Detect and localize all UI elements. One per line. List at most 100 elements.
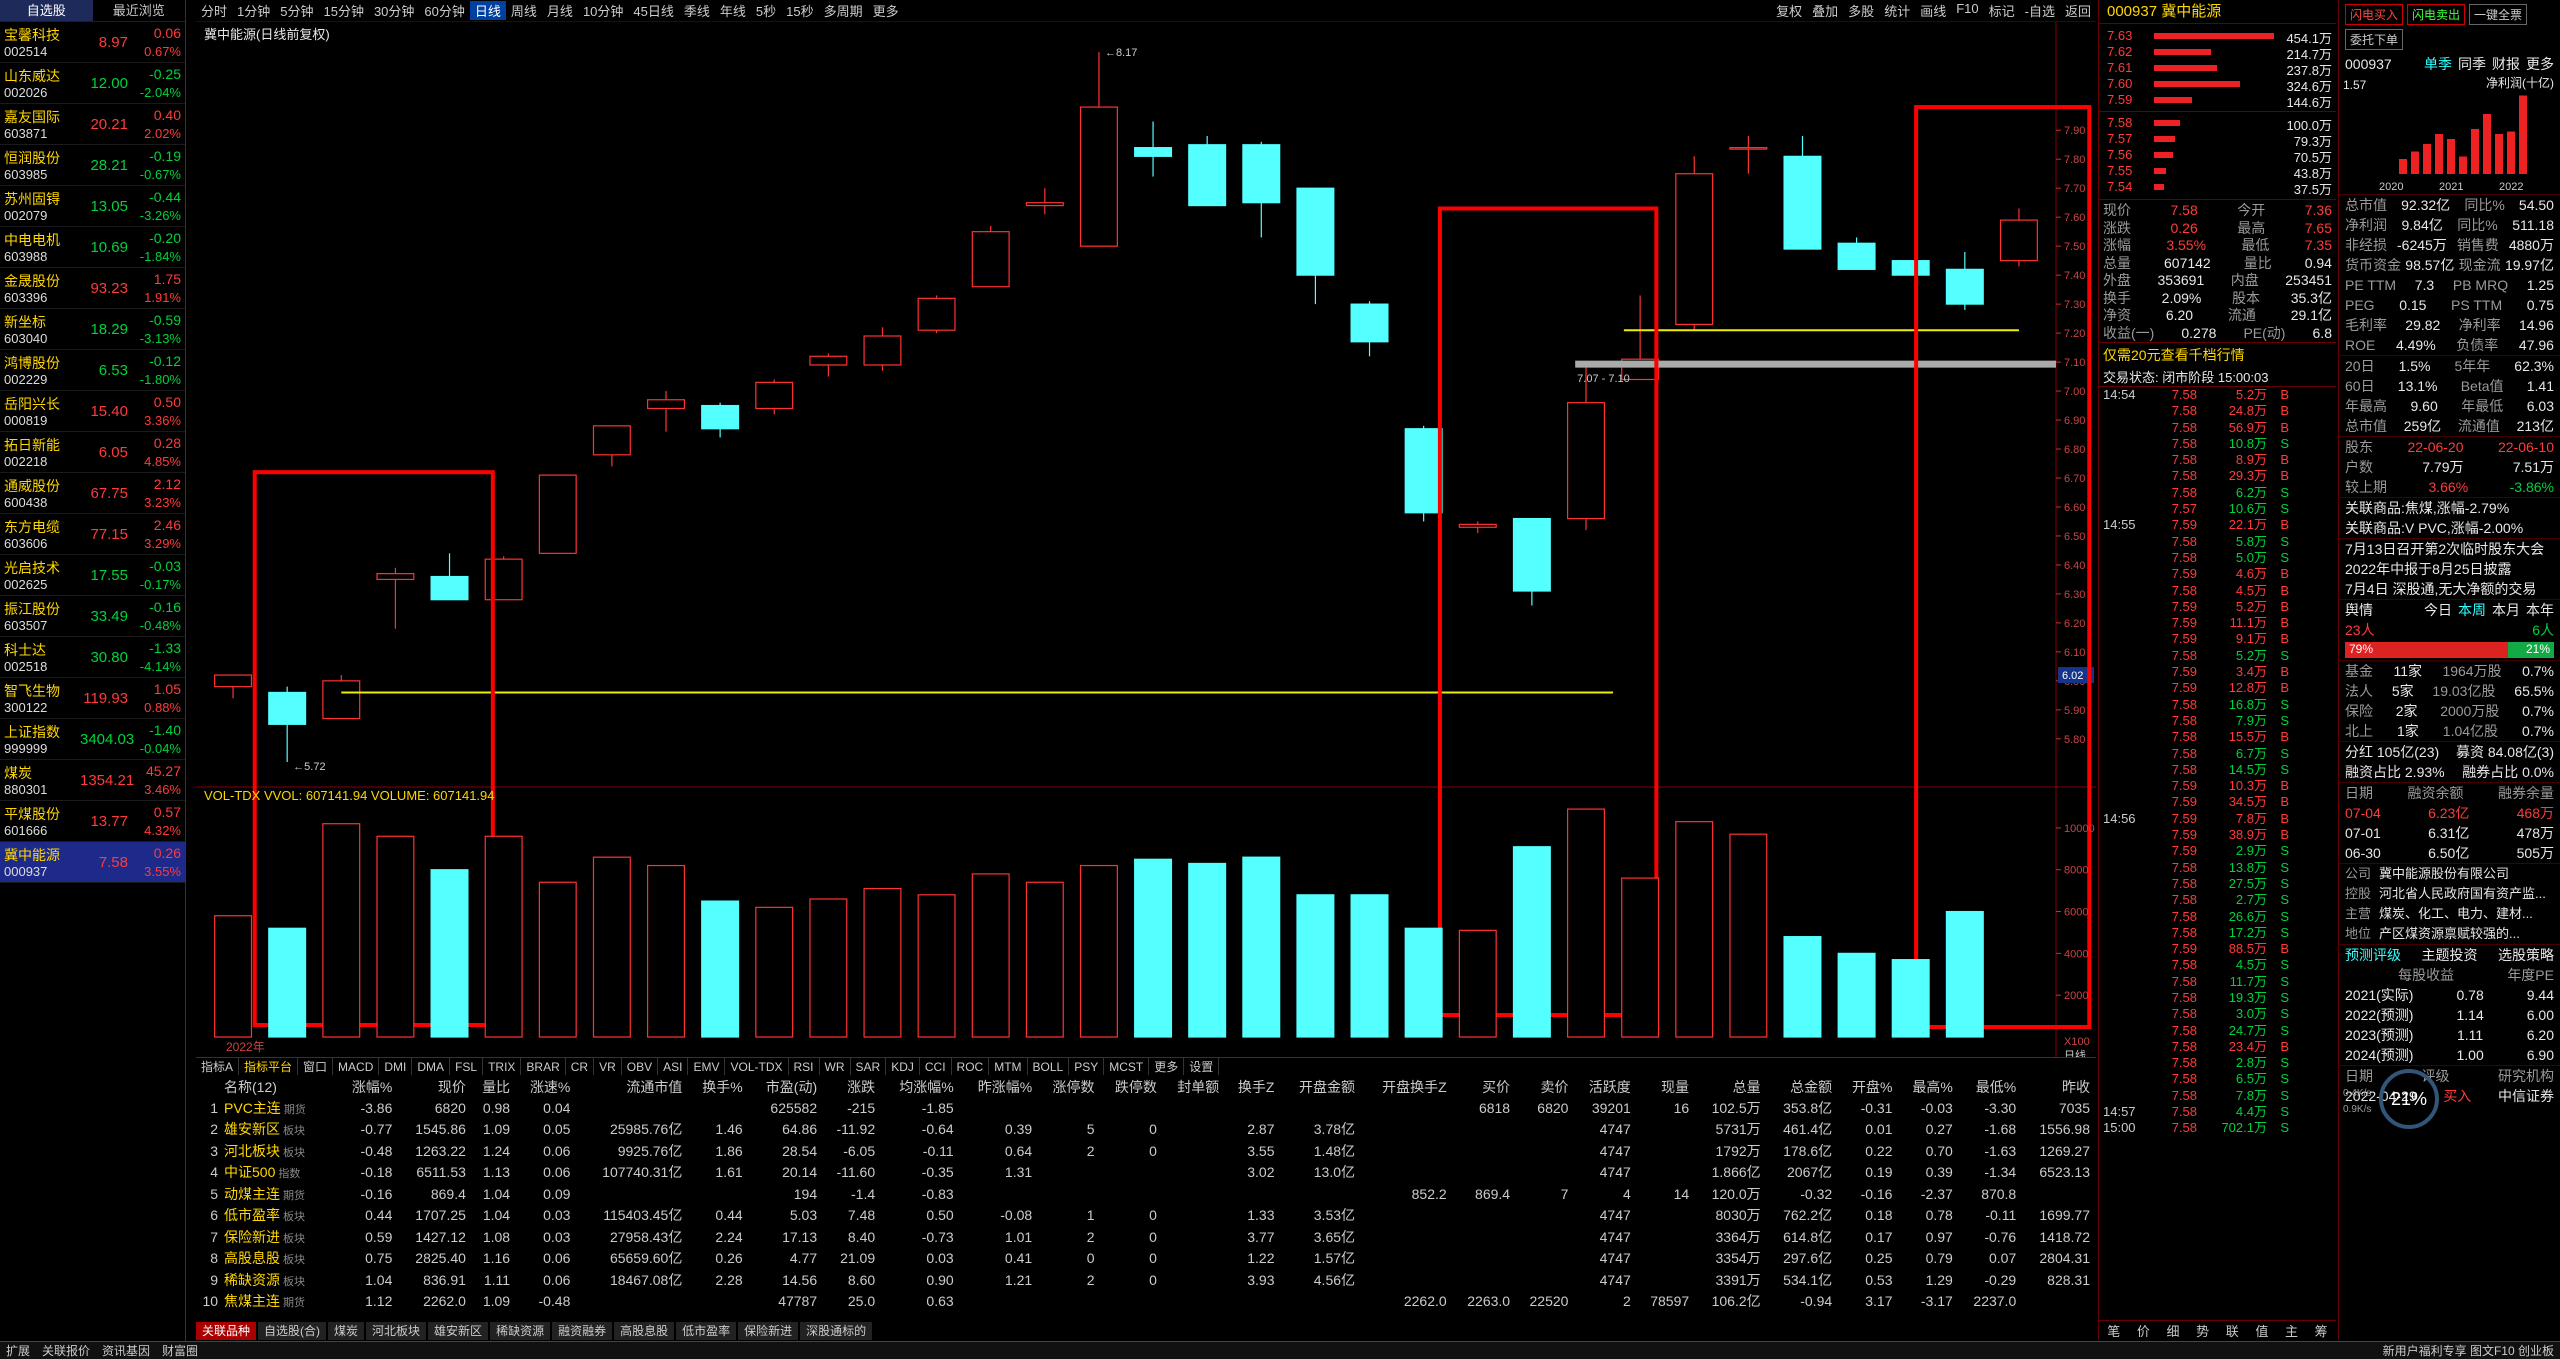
column-header[interactable]: 涨幅% xyxy=(338,1077,398,1097)
period-tab[interactable]: 5秒 xyxy=(751,1,781,20)
watchlist-item[interactable]: 上证指数 999999 3404.03 -1.40 -0.04% xyxy=(0,719,185,760)
forecast-tab[interactable]: 主题投资 xyxy=(2422,945,2478,965)
ask-level[interactable]: 7.60 324.6万 xyxy=(2099,76,2336,94)
column-header[interactable]: 现价 xyxy=(398,1077,472,1097)
bottom-tab[interactable]: 煤炭 xyxy=(328,1322,365,1340)
toolbar-button[interactable]: 多股 xyxy=(1843,1,1879,20)
period-tab[interactable]: 45日线 xyxy=(628,1,678,20)
indicator-tab[interactable]: VOL-TDX xyxy=(725,1058,789,1075)
watchlist-item[interactable]: 恒润股份 603985 28.21 -0.19 -0.67% xyxy=(0,145,185,186)
indicator-tab[interactable]: WR xyxy=(820,1058,851,1075)
watchlist-item[interactable]: 拓日新能 002218 6.05 0.28 4.85% xyxy=(0,432,185,473)
bottom-tab[interactable]: 融资融券 xyxy=(552,1322,613,1340)
indicator-tab[interactable]: BOLL xyxy=(1028,1058,1070,1075)
watchlist-item[interactable]: 科士达 002518 30.80 -1.33 -4.14% xyxy=(0,637,185,678)
sentiment-tab[interactable]: 本周 xyxy=(2458,602,2486,618)
indicator-tab[interactable]: 更多 xyxy=(1149,1058,1185,1075)
indicator-tab[interactable]: MTM xyxy=(989,1058,1028,1075)
sentiment-tab[interactable]: 本月 xyxy=(2492,602,2520,618)
watchlist-item[interactable]: 光启技术 002625 17.55 -0.03 -0.17% xyxy=(0,555,185,596)
column-header[interactable]: 买价 xyxy=(1453,1077,1516,1097)
tab-recent[interactable]: 最近浏览 xyxy=(93,0,186,21)
f10-tab[interactable]: 同季 xyxy=(2458,56,2486,72)
bottom-tab[interactable]: 河北板块 xyxy=(366,1322,427,1340)
bottom-tab[interactable]: 保险新进 xyxy=(738,1322,799,1340)
bottom-tab[interactable]: 雄安新区 xyxy=(428,1322,489,1340)
kline-chart[interactable]: 7.90 7.80 7.70 7.60 7.50 7.40 7.30 7.20 7.10 7.00… xyxy=(196,22,2096,1057)
period-tab[interactable]: 分时 xyxy=(196,1,232,20)
watchlist-item[interactable]: 东方电缆 603606 77.15 2.46 3.29% xyxy=(0,514,185,555)
indicator-tab[interactable]: CR xyxy=(566,1058,595,1075)
watchlist-item[interactable]: 新坐标 603040 18.29 -0.59 -3.13% xyxy=(0,309,185,350)
tick-tab[interactable]: 细 xyxy=(2158,1321,2188,1340)
f10-tab[interactable]: 更多 xyxy=(2526,56,2554,72)
period-tab[interactable]: 日线 xyxy=(469,1,506,20)
indicator-tab[interactable]: DMA xyxy=(412,1058,451,1075)
period-tab[interactable]: 季线 xyxy=(679,1,715,20)
indicator-tab[interactable]: OBV xyxy=(622,1058,659,1075)
indicator-tab[interactable]: PSY xyxy=(1069,1058,1105,1075)
column-header[interactable]: 卖价 xyxy=(1516,1077,1574,1097)
column-header[interactable]: 封单额 xyxy=(1163,1077,1225,1097)
sentiment-tab[interactable]: 今日 xyxy=(2424,602,2452,618)
table-row[interactable]: 8 高股息股 板块 0.75 2825.40 1.16 0.06 65659.60亿 0.26 4… xyxy=(196,1248,2096,1270)
tick-tab[interactable]: 势 xyxy=(2188,1321,2218,1340)
watchlist-item[interactable]: 中电电机 603988 10.69 -0.20 -1.84% xyxy=(0,227,185,268)
indicator-tab[interactable]: MACD xyxy=(333,1058,380,1075)
column-header[interactable]: 活跃度 xyxy=(1574,1077,1636,1097)
toolbar-button[interactable]: 标记 xyxy=(1984,1,2020,20)
toolbar-button[interactable]: F10 xyxy=(1951,1,1983,20)
toolbar-button[interactable]: 叠加 xyxy=(1807,1,1843,20)
f10-tab[interactable]: 财报 xyxy=(2492,56,2520,72)
column-header[interactable]: 涨停数 xyxy=(1038,1077,1100,1097)
watchlist-item[interactable]: 鸿博股份 002229 6.53 -0.12 -1.80% xyxy=(0,350,185,391)
bottom-tab[interactable]: 稀缺资源 xyxy=(490,1322,551,1340)
related-item[interactable]: 关联商品:V PVC,涨幅-2.00% xyxy=(2339,518,2560,538)
period-tab[interactable]: 60分钟 xyxy=(419,1,469,20)
table-row[interactable]: 6 低市盈率 板块 0.44 1707.25 1.04 0.03 115403.45亿 0.44… xyxy=(196,1205,2096,1227)
indicator-tab[interactable]: 指标A xyxy=(196,1058,240,1075)
period-tab[interactable]: 5分钟 xyxy=(275,1,318,20)
column-header[interactable]: 总量 xyxy=(1695,1077,1767,1097)
column-header[interactable]: 涨跌 xyxy=(823,1077,881,1097)
column-header[interactable]: 开盘金额 xyxy=(1280,1077,1361,1097)
period-tab[interactable]: 周线 xyxy=(506,1,542,20)
watchlist-item[interactable]: 金晟股份 603396 93.23 1.75 1.91% xyxy=(0,268,185,309)
column-header[interactable]: 开盘% xyxy=(1838,1077,1898,1097)
period-tab[interactable]: 年线 xyxy=(715,1,751,20)
forecast-tab[interactable]: 预测评级 xyxy=(2345,945,2401,965)
indicator-tab[interactable]: ASI xyxy=(658,1058,689,1075)
f10-tab[interactable]: 单季 xyxy=(2424,56,2452,72)
trade-button[interactable]: 闪电买入 xyxy=(2345,4,2404,25)
column-header[interactable] xyxy=(196,1077,224,1097)
table-row[interactable]: 5 动煤主连 期货 -0.16 869.4 1.04 0.09 194 -1.4 -0.83 852… xyxy=(196,1183,2096,1205)
indicator-tab[interactable]: RSI xyxy=(789,1058,820,1075)
indicator-tab[interactable]: TRIX xyxy=(483,1058,522,1075)
column-header[interactable]: 名称(12) xyxy=(224,1077,338,1097)
tick-tab[interactable]: 筹 xyxy=(2306,1321,2336,1340)
column-header[interactable]: 最高% xyxy=(1898,1077,1958,1097)
column-header[interactable]: 均涨幅% xyxy=(881,1077,960,1097)
table-row[interactable]: 10 焦煤主连 期货 1.12 2262.0 1.09 -0.48 47787 25.0 0.63… xyxy=(196,1291,2096,1313)
toolbar-button[interactable]: 返回 xyxy=(2060,1,2096,20)
indicator-tab[interactable]: MCST xyxy=(1104,1058,1150,1075)
column-header[interactable]: 市盈(动) xyxy=(749,1077,823,1097)
status-item[interactable]: 扩展 xyxy=(0,1342,36,1359)
period-tab[interactable]: 1分钟 xyxy=(232,1,275,20)
column-header[interactable]: 昨收 xyxy=(2022,1077,2096,1097)
indicator-tab[interactable]: 指标平台 xyxy=(239,1058,299,1075)
indicator-tab[interactable]: 窗口 xyxy=(298,1058,334,1075)
bottom-tab[interactable]: 深股通标的 xyxy=(800,1322,873,1340)
tick-tab[interactable]: 联 xyxy=(2218,1321,2248,1340)
tick-tab[interactable]: 价 xyxy=(2129,1321,2159,1340)
status-item[interactable]: 资讯基因 xyxy=(96,1342,156,1359)
column-header[interactable]: 流通市值 xyxy=(576,1077,688,1097)
bottom-tab[interactable]: 自选股(合) xyxy=(258,1322,327,1340)
table-row[interactable]: 2 雄安新区 板块 -0.77 1545.86 1.09 0.05 25985.76亿 1.46… xyxy=(196,1119,2096,1141)
indicator-tab[interactable]: ROC xyxy=(952,1058,990,1075)
indicator-tab[interactable]: DMI xyxy=(379,1058,413,1075)
indicator-tab[interactable]: BRAR xyxy=(521,1058,566,1075)
column-header[interactable]: 跌停数 xyxy=(1101,1077,1163,1097)
period-tab[interactable]: 更多 xyxy=(868,1,904,20)
trade-button[interactable]: 委托下单 xyxy=(2345,29,2404,50)
